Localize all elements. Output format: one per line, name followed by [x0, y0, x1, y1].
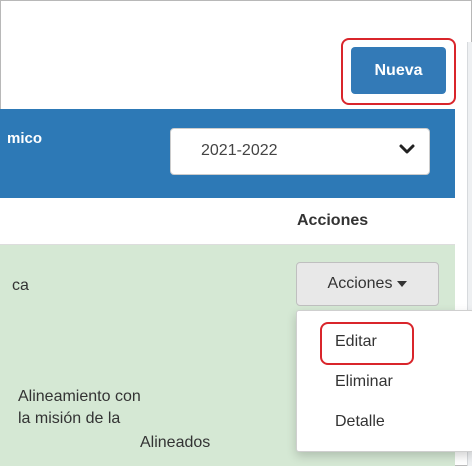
- academic-year-select[interactable]: 2021-2022: [170, 128, 430, 175]
- chevron-down-icon: [399, 144, 415, 154]
- row-actions-menu: Editar Eliminar Detalle: [296, 310, 472, 452]
- row1-cell-text: ca: [12, 277, 29, 294]
- new-button[interactable]: Nueva: [351, 47, 446, 94]
- menu-item-delete[interactable]: Eliminar: [335, 373, 393, 391]
- row2-status: Alineados: [140, 434, 211, 451]
- caret-down-icon: [397, 281, 408, 287]
- row2-description: Alineamiento con la misión de la: [18, 388, 141, 427]
- table-header-row: [0, 198, 455, 245]
- row-actions-label: Acciones: [327, 275, 393, 292]
- menu-item-edit[interactable]: Editar: [335, 333, 377, 351]
- academic-year-value: 2021-2022: [201, 142, 278, 159]
- menu-item-detail[interactable]: Detalle: [335, 413, 385, 431]
- new-button-label: Nueva: [374, 61, 423, 79]
- row-actions-button[interactable]: Acciones: [296, 262, 439, 306]
- actions-column-header: Acciones: [297, 212, 369, 229]
- academic-year-label: mico: [7, 130, 43, 147]
